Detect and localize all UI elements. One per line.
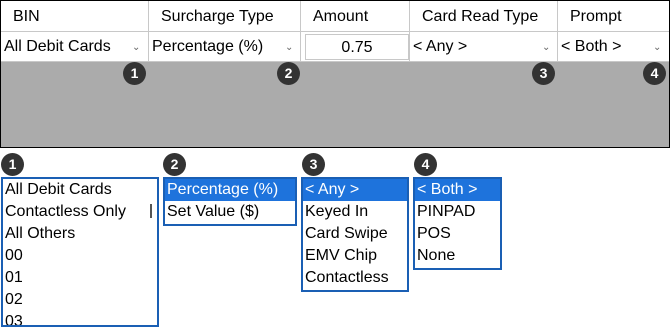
bin-value: All Debit Cards	[4, 38, 111, 55]
prompt-dropdown[interactable]: < Both > ⌄	[558, 32, 669, 62]
bin-dropdown[interactable]: All Debit Cards ⌄	[1, 32, 149, 62]
list-item[interactable]: EMV Chip	[303, 245, 407, 267]
amount-cell: 0.75	[301, 32, 410, 62]
callout-badge-3: 3	[532, 62, 555, 85]
header-prompt[interactable]: Prompt	[558, 1, 669, 32]
list-item[interactable]: 03	[3, 311, 157, 325]
chevron-down-icon[interactable]: ⌄	[542, 42, 550, 53]
list-item[interactable]: All Debit Cards	[3, 179, 157, 201]
surcharge-type-options-list[interactable]: Percentage (%) Set Value ($)	[163, 177, 297, 226]
card-read-type-options-list[interactable]: < Any > Keyed In Card Swipe EMV Chip Con…	[301, 177, 409, 292]
callout-badge-2: 2	[163, 153, 186, 176]
bin-options-list[interactable]: All Debit Cards Contactless Only All Oth…	[1, 177, 159, 327]
list-item[interactable]: Set Value ($)	[165, 201, 295, 223]
header-card-read-type[interactable]: Card Read Type	[410, 1, 558, 32]
header-amount[interactable]: Amount	[301, 1, 410, 32]
header-bin[interactable]: BIN	[1, 1, 149, 32]
callout-badge-1: 1	[1, 153, 24, 176]
prompt-value: < Both >	[561, 38, 622, 55]
amount-input[interactable]: 0.75	[305, 34, 409, 60]
card-read-type-value: < Any >	[413, 38, 468, 55]
list-item[interactable]: Keyed In	[303, 201, 407, 223]
list-item-selected[interactable]: < Both >	[415, 179, 500, 201]
list-item-selected[interactable]: < Any >	[303, 179, 407, 201]
surcharge-type-dropdown[interactable]: Percentage (%) ⌄	[149, 32, 301, 62]
header-surcharge-type[interactable]: Surcharge Type	[149, 1, 301, 32]
callout-badge-1: 1	[123, 62, 146, 85]
callout-badge-4: 4	[414, 153, 437, 176]
scrollbar-thumb[interactable]	[150, 204, 152, 218]
list-item[interactable]: All Others	[3, 223, 157, 245]
list-item[interactable]: 00	[3, 245, 157, 267]
list-item-selected[interactable]: Percentage (%)	[165, 179, 295, 201]
list-item[interactable]: Contactless Only	[3, 201, 157, 223]
chevron-down-icon[interactable]: ⌄	[285, 42, 293, 53]
list-item[interactable]: 02	[3, 289, 157, 311]
list-item[interactable]: Contactless	[303, 267, 407, 289]
callout-badge-4: 4	[643, 62, 666, 85]
list-item[interactable]: 01	[3, 267, 157, 289]
card-read-type-dropdown[interactable]: < Any > ⌄	[410, 32, 558, 62]
list-item[interactable]: None	[415, 245, 500, 267]
callout-badge-2: 2	[277, 62, 300, 85]
list-item[interactable]: Card Swipe	[303, 223, 407, 245]
surcharge-type-value: Percentage (%)	[152, 38, 264, 55]
list-item[interactable]: POS	[415, 223, 500, 245]
prompt-options-list[interactable]: < Both > PINPAD POS None	[413, 177, 502, 270]
list-item[interactable]: PINPAD	[415, 201, 500, 223]
callout-badge-3: 3	[302, 153, 325, 176]
chevron-down-icon[interactable]: ⌄	[653, 42, 661, 53]
surcharge-grid: BIN Surcharge Type Amount Card Read Type…	[0, 0, 670, 148]
chevron-down-icon[interactable]: ⌄	[132, 42, 140, 53]
